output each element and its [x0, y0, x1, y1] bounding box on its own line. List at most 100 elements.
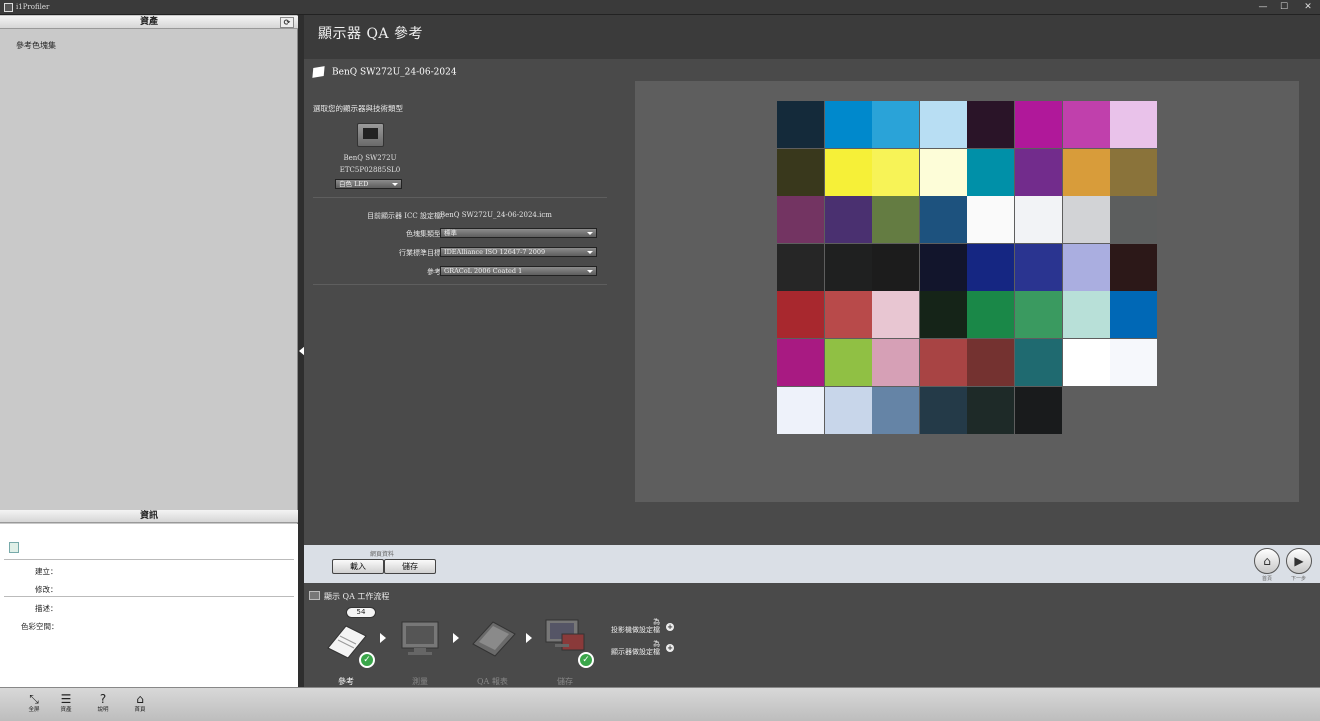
color-patch[interactable] [1015, 243, 1062, 291]
color-patch[interactable] [967, 291, 1015, 339]
measure-monitor-icon [401, 621, 439, 655]
color-patch[interactable] [824, 148, 872, 196]
assets-button[interactable]: ☰ 資產 [54, 692, 78, 714]
color-patch[interactable] [777, 101, 824, 148]
color-patch[interactable] [1015, 291, 1062, 339]
reference-select[interactable]: GRACoL 2006 Coated 1 [440, 266, 597, 276]
industry-target-select[interactable]: IDEAlliance ISO 12647-7 2009 [440, 247, 597, 257]
color-patch[interactable] [777, 291, 824, 339]
color-patch[interactable] [824, 291, 872, 339]
color-patch[interactable] [919, 101, 967, 148]
color-patch[interactable] [1015, 196, 1062, 244]
add-projector-profile-icon[interactable]: + [666, 623, 674, 631]
next-button[interactable]: ▶ [1286, 548, 1312, 574]
color-patch[interactable] [1015, 148, 1062, 196]
workflow-step-measure[interactable] [396, 618, 446, 660]
color-patch[interactable] [1110, 101, 1158, 148]
workflow-label-qa-report: QA 報表 [477, 677, 508, 686]
color-patch[interactable] [919, 386, 967, 434]
close-button[interactable]: ✕ [1296, 0, 1320, 15]
color-patch[interactable] [777, 339, 824, 386]
color-patch[interactable] [967, 101, 1015, 148]
color-patch[interactable] [1015, 101, 1062, 148]
assets-item-reference-patch-set[interactable]: 參考色塊集 [16, 40, 56, 51]
profile-row: BenQ SW272U_24-06-2024 [312, 66, 457, 78]
color-patch[interactable] [1062, 243, 1110, 291]
color-patch[interactable] [1110, 148, 1158, 196]
color-patch[interactable] [1062, 148, 1110, 196]
monitor-info: BenQ SW272U ETC5P02885SL0 [334, 152, 406, 176]
fullscreen-label: 全屏 [28, 707, 40, 713]
color-patch[interactable] [872, 148, 920, 196]
home-button[interactable]: ⌂ [1254, 548, 1280, 574]
color-patch[interactable] [1062, 196, 1110, 244]
divider [313, 284, 607, 285]
color-patch[interactable] [1110, 243, 1158, 291]
color-patch[interactable] [1062, 291, 1110, 339]
industry-target-value: IDEAlliance ISO 12647-7 2009 [444, 248, 546, 256]
color-patch[interactable] [967, 243, 1015, 291]
divider [4, 559, 294, 560]
monitor-model: BenQ SW272U [343, 154, 397, 162]
refresh-icon[interactable]: ⟳ [280, 17, 294, 28]
color-patch[interactable] [777, 243, 824, 291]
help-icon: ? [99, 692, 107, 706]
arrow-right-icon [453, 633, 459, 643]
workflow-step-qa-report[interactable] [469, 618, 519, 660]
color-patch[interactable] [872, 291, 920, 339]
home-toolbar-label: 首頁 [134, 707, 146, 713]
color-patch[interactable] [967, 196, 1015, 244]
left-panel: 資產 ⟳ 參考色塊集 資訊 建立： 修改： 描述： 色彩空間： [0, 15, 298, 687]
color-patch[interactable] [1110, 339, 1158, 386]
color-patch[interactable] [872, 386, 920, 434]
color-patch[interactable] [967, 148, 1015, 196]
color-patch[interactable] [824, 243, 872, 291]
color-patch[interactable] [824, 196, 872, 244]
divider [4, 596, 294, 597]
color-patch[interactable] [919, 196, 967, 244]
color-patch[interactable] [824, 386, 872, 434]
color-patch[interactable] [777, 196, 824, 244]
color-patch[interactable] [777, 386, 824, 434]
color-patch[interactable] [967, 339, 1015, 386]
window-titlebar: i1Profiler — ☐ ✕ [0, 0, 1320, 15]
save-check-icon: ✓ [578, 652, 594, 668]
load-button[interactable]: 載入 [332, 559, 384, 574]
patch-set-select[interactable]: 標準 [440, 228, 597, 238]
color-patch[interactable] [872, 339, 920, 386]
icc-label: 目前顯示器 ICC 設定檔： [367, 212, 448, 220]
fullscreen-icon: ⤡ [29, 692, 39, 706]
maximize-button[interactable]: ☐ [1272, 0, 1296, 15]
arrow-right-icon [526, 633, 532, 643]
color-patch[interactable] [1015, 339, 1062, 386]
color-patch[interactable] [824, 101, 872, 148]
save-button[interactable]: 儲存 [384, 559, 436, 574]
chevron-down-icon [392, 183, 398, 186]
monitor-serial: ETC5P02885SL0 [339, 166, 401, 174]
color-patch[interactable] [919, 291, 967, 339]
color-patch[interactable] [919, 148, 967, 196]
color-patch[interactable] [919, 339, 967, 386]
list-icon: ☰ [60, 692, 72, 706]
bottom-toolbar: ⤡ 全屏 ☰ 資產 ? 說明 ⌂ 首頁 [0, 687, 1320, 721]
color-patch[interactable] [872, 243, 920, 291]
color-patch[interactable] [824, 339, 872, 386]
color-patch[interactable] [872, 196, 920, 244]
color-patch[interactable] [872, 101, 920, 148]
home-toolbar-button[interactable]: ⌂ 首頁 [128, 692, 152, 714]
technology-select[interactable]: 白色 LED [335, 179, 402, 189]
color-patch[interactable] [967, 386, 1015, 434]
color-patch[interactable] [1110, 291, 1158, 339]
color-patch[interactable] [1110, 196, 1158, 244]
workflow-label-save: 儲存 [557, 677, 573, 686]
color-patch[interactable] [777, 148, 824, 196]
info-created-label: 建立： [35, 567, 58, 576]
color-patch[interactable] [1062, 339, 1110, 386]
color-patch[interactable] [1015, 386, 1062, 434]
fullscreen-button[interactable]: ⤡ 全屏 [22, 692, 46, 714]
add-monitor-profile-icon[interactable]: + [666, 644, 674, 652]
help-button[interactable]: ? 說明 [91, 692, 115, 714]
color-patch[interactable] [1062, 101, 1110, 148]
color-patch[interactable] [919, 243, 967, 291]
monitor-icon[interactable] [357, 123, 384, 147]
